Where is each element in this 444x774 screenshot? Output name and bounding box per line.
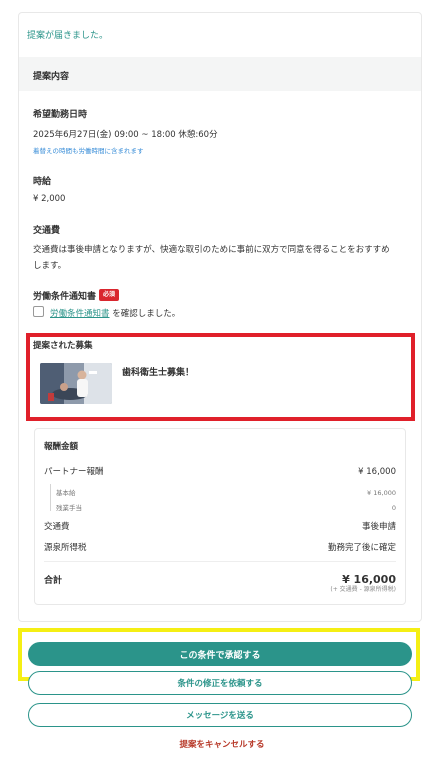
request-change-button[interactable]: 条件の修正を依頼する (28, 671, 412, 695)
cancel-proposal-link[interactable]: 提案をキャンセルする (0, 738, 444, 750)
reward-title: 報酬金額 (44, 442, 79, 452)
overtime-value: 0 (391, 504, 396, 512)
schedule-value: 2025年6月27日(金) 09:00 ~ 18:00 休憩:60分 (33, 130, 218, 140)
required-badge: 必須 (99, 289, 120, 301)
overtime-label: 残業手当 (56, 504, 82, 512)
total-note: (+ 交通費 - 源泉所得税) (330, 586, 396, 593)
labor-notice-confirm: 労働条件通知書 を確認しました。 (50, 307, 180, 319)
base-pay-label: 基本給 (56, 489, 76, 497)
overtime-row: 残業手当 0 (56, 502, 396, 512)
approve-button[interactable]: この条件で承認する (28, 642, 412, 666)
labor-notice-link[interactable]: 労働条件通知書 (50, 309, 110, 319)
labor-notice-checkbox[interactable] (33, 306, 44, 317)
hourly-value: ¥ 2,000 (33, 194, 66, 204)
total-label: 合計 (44, 576, 63, 586)
reward-box: 報酬金額 パートナー報酬 ¥ 16,000 基本給 ¥ 16,000 残業手当 … (34, 428, 406, 605)
transport-description-line2: します。 (33, 261, 67, 271)
dental-clinic-photo-icon (40, 363, 112, 404)
base-pay-value: ¥ 16,000 (367, 489, 396, 497)
section-header-title: 提案内容 (33, 72, 70, 82)
reward-divider (44, 561, 396, 562)
job-thumbnail[interactable] (40, 363, 112, 404)
partner-fee-row: パートナー報酬 ¥ 16,000 (44, 465, 396, 477)
withholding-tax-label: 源泉所得税 (44, 543, 87, 553)
withholding-tax-value: 勤務完了後に確定 (327, 543, 396, 553)
proposal-title: 提案された募集 (33, 341, 93, 351)
schedule-label: 希望勤務日時 (33, 110, 88, 120)
breakdown-line (50, 484, 51, 511)
send-message-button[interactable]: メッセージを送る (28, 703, 412, 727)
transport-label: 交通費 (33, 226, 61, 236)
job-title[interactable]: 歯科衛生士募集！ (122, 365, 194, 378)
labor-notice-suffix: を確認しました。 (112, 309, 181, 319)
withholding-tax-row: 源泉所得税 勤務完了後に確定 (44, 541, 396, 553)
reward-title-row: 報酬金額 (44, 440, 396, 452)
labor-notice-label: 労働条件通知書 (33, 292, 97, 302)
reward-transport-row: 交通費 事後申請 (44, 520, 396, 532)
schedule-note: 着替えの時間も労働時間に含まれます (33, 147, 144, 155)
proposal-notice: 提案が届きました。 (27, 31, 109, 41)
reward-transport-value: 事後申請 (361, 522, 396, 532)
section-header: 提案内容 (19, 57, 421, 91)
base-pay-row: 基本給 ¥ 16,000 (56, 487, 396, 497)
hourly-label: 時給 (33, 177, 52, 187)
partner-fee-value: ¥ 16,000 (358, 467, 396, 477)
partner-fee-label: パートナー報酬 (44, 467, 104, 477)
transport-description-line1: 交通費は事後申請となりますが、快適な取引のために事前に双方で同意を得ることをおす… (33, 245, 390, 255)
reward-transport-label: 交通費 (44, 522, 70, 532)
